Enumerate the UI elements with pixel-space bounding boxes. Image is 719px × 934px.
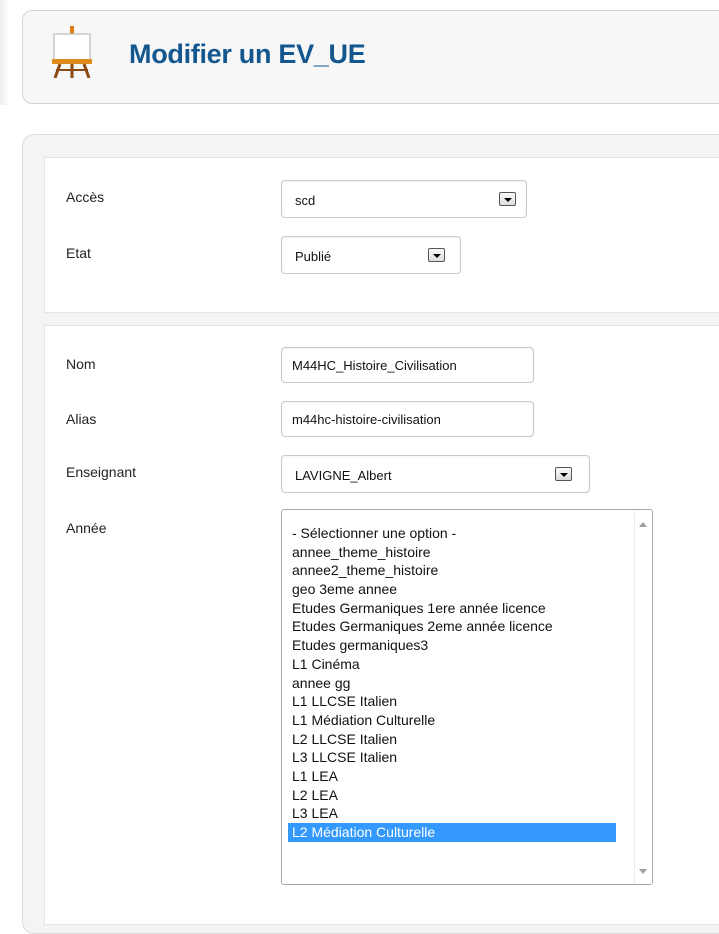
scroll-down-icon[interactable]	[639, 869, 647, 874]
enseignant-select[interactable]: LAVIGNE_Albert	[281, 455, 590, 493]
nom-input[interactable]	[281, 347, 534, 383]
page-header: Modifier un EV_UE	[22, 10, 719, 104]
annee-options: - Sélectionner une option - annee_theme_h…	[288, 524, 616, 842]
annee-option[interactable]: L1 LEA	[288, 767, 616, 786]
annee-option[interactable]: annee_theme_histoire	[288, 543, 616, 562]
annee-option[interactable]: L2 LEA	[288, 786, 616, 805]
alias-input[interactable]	[281, 401, 534, 437]
annee-option[interactable]: - Sélectionner une option -	[288, 524, 616, 543]
annee-option[interactable]: L1 Cinéma	[288, 655, 616, 674]
chevron-down-icon	[499, 192, 516, 206]
scroll-up-icon[interactable]	[639, 522, 647, 527]
annee-option[interactable]: Etudes germaniques3	[288, 636, 616, 655]
annee-option[interactable]: Etudes Germaniques 2eme année licence	[288, 617, 616, 636]
annee-option[interactable]: annee gg	[288, 674, 616, 693]
annee-option[interactable]: L3 LEA	[288, 804, 616, 823]
enseignant-select-value: LAVIGNE_Albert	[295, 468, 392, 483]
annee-option[interactable]: L1 Médiation Culturelle	[288, 711, 616, 730]
left-edge-shadow	[0, 0, 10, 105]
acces-select[interactable]: scd	[281, 180, 527, 218]
annee-listbox[interactable]: - Sélectionner une option - annee_theme_h…	[281, 509, 653, 885]
listbox-scrollbar[interactable]	[634, 510, 652, 884]
alias-label: Alias	[66, 411, 97, 427]
annee-option[interactable]: L3 LLCSE Italien	[288, 748, 616, 767]
acces-select-value: scd	[295, 193, 316, 208]
easel-icon	[52, 26, 92, 78]
etat-select-value: Publié	[295, 249, 332, 264]
annee-option[interactable]: annee2_theme_histoire	[288, 561, 616, 580]
annee-option[interactable]: L2 Médiation Culturelle	[288, 823, 616, 842]
annee-option[interactable]: geo 3eme annee	[288, 580, 616, 599]
annee-option[interactable]: L2 LLCSE Italien	[288, 730, 616, 749]
page-title: Modifier un EV_UE	[129, 39, 366, 69]
etat-label: Etat	[66, 245, 91, 261]
chevron-down-icon	[428, 248, 445, 262]
nom-label: Nom	[66, 356, 96, 372]
acces-label: Accès	[66, 189, 105, 205]
annee-option[interactable]: L1 LLCSE Italien	[288, 692, 616, 711]
etat-select[interactable]: Publié	[281, 236, 461, 274]
annee-option[interactable]: Etudes Germaniques 1ere année licence	[288, 599, 616, 618]
annee-label: Année	[66, 520, 107, 536]
enseignant-label: Enseignant	[66, 464, 137, 480]
chevron-down-icon	[555, 467, 572, 481]
